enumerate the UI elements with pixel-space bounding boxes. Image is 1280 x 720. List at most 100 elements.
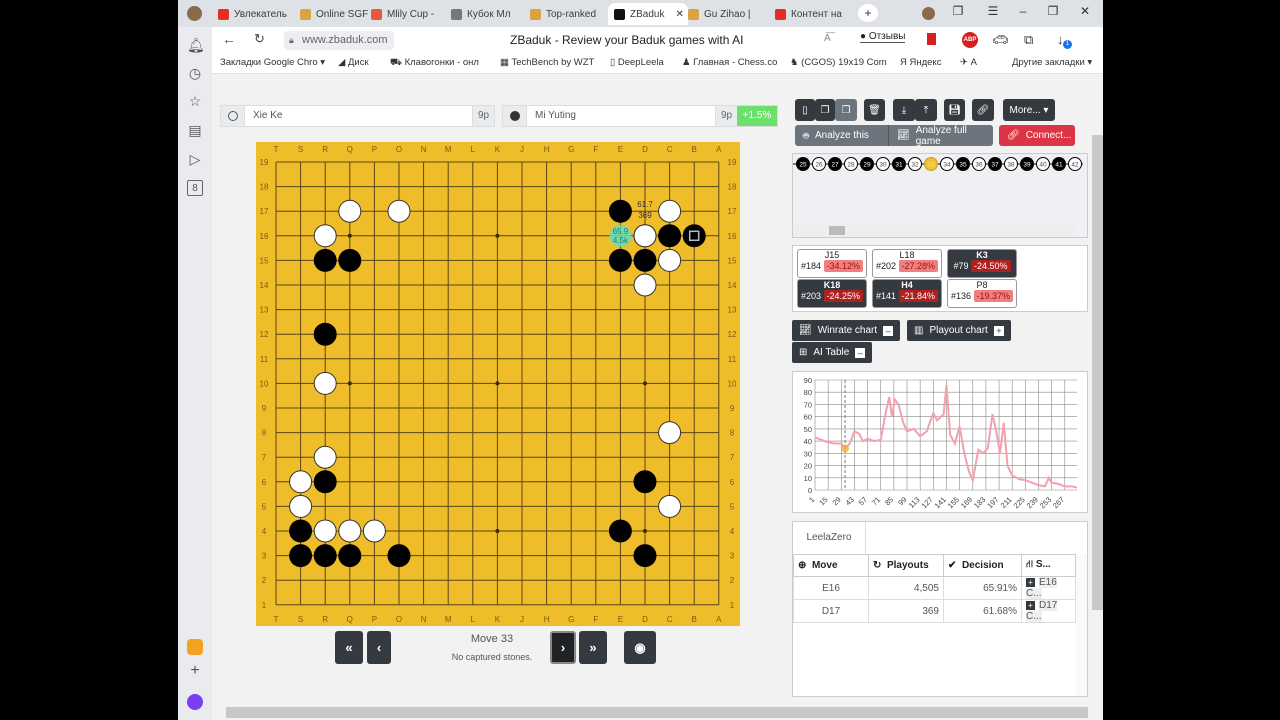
browser-tab[interactable]: Контент на — [775, 3, 845, 25]
close-window-button[interactable]: ✕ — [1075, 4, 1095, 18]
share-button[interactable]: 🔗︎ — [972, 99, 994, 121]
tree-scroll-thumb[interactable] — [829, 226, 845, 235]
menu-icon[interactable]: ☰ — [983, 4, 1003, 18]
bookmark-item[interactable]: Закладки Google Chro ▾ — [220, 57, 325, 68]
bookmark-item[interactable]: ◢ Диск — [338, 57, 369, 68]
bookmark-icon[interactable] — [927, 33, 936, 45]
minimize-button[interactable]: – — [1013, 4, 1033, 18]
connect-button[interactable]: 🔗︎ Connect... — [999, 125, 1075, 146]
first-move-button[interactable]: « — [335, 631, 363, 664]
new-file-button[interactable]: ▯ — [795, 99, 815, 121]
browser-tab[interactable]: Top-ranked — [530, 3, 600, 25]
prev-move-button[interactable]: ‹ — [367, 631, 391, 664]
other-bookmarks[interactable]: Другие закладки ▾ — [1012, 57, 1092, 68]
browser-tab[interactable]: Увлекатель — [218, 3, 288, 25]
ai-sequence-cell[interactable]: + D17 C... — [1021, 599, 1076, 623]
delete-button[interactable]: 🗑︎ — [864, 99, 885, 121]
white-player-name[interactable]: Xie Ke — [245, 106, 472, 126]
star-icon[interactable]: ☆ — [187, 93, 203, 109]
table-vscrollbar[interactable] — [1076, 554, 1087, 696]
ai-sequence-cell[interactable]: + E16 C... — [1021, 576, 1076, 600]
col-sequence[interactable]: ⛙ S... — [1021, 554, 1076, 577]
mistake-card[interactable]: K18 #203 -24.25% — [797, 279, 867, 308]
translate-icon[interactable]: A͞ — [824, 33, 831, 44]
paste-button[interactable]: ❐ — [835, 99, 857, 121]
feedback-button[interactable]: ● Отзывы — [860, 31, 906, 43]
copy-button[interactable]: ❐ — [815, 99, 835, 121]
profile-avatar[interactable] — [187, 6, 202, 21]
restore-button[interactable]: ❐ — [1043, 4, 1063, 18]
white-player-field[interactable]: Xie Ke 9p — [220, 105, 495, 127]
ai-move-cell: E16 — [793, 576, 869, 600]
ai-table-toggle[interactable]: ⊞ AI Table – — [792, 342, 873, 363]
bookmark-item[interactable]: ▯ DeepLeela — [610, 57, 664, 68]
adblock-icon[interactable]: ABP — [962, 32, 978, 48]
playout-chart-toggle[interactable]: ▥ Playout chart + — [907, 320, 1011, 341]
eight-icon[interactable]: 8 — [187, 180, 203, 196]
black-player-name[interactable]: Mi Yuting — [527, 106, 715, 126]
last-move-button[interactable]: » — [579, 631, 607, 664]
history-icon[interactable]: ◷ — [187, 65, 203, 81]
app-icon[interactable] — [187, 639, 203, 655]
collections-icon[interactable]: ▤ — [187, 122, 203, 138]
mistake-card[interactable]: J15 #184 -34.12% — [797, 249, 867, 278]
col-playouts[interactable]: ↻ Playouts — [868, 554, 944, 577]
page-hscrollbar[interactable] — [226, 707, 1088, 718]
play-icon[interactable]: ▷ — [187, 151, 203, 167]
browser-tab[interactable]: Gu Zihao | — [688, 3, 758, 25]
analyze-full-button[interactable]: 📈︎ Analyze full game — [888, 125, 993, 147]
browser-tab[interactable]: Кубок Мл — [451, 3, 521, 25]
expand-icon[interactable]: + — [1026, 578, 1035, 587]
save-button[interactable]: 💾︎ — [944, 99, 965, 121]
page-vscrollbar[interactable] — [1092, 135, 1103, 610]
black-stone — [338, 544, 362, 568]
col-decision[interactable]: ✔ Decision — [943, 554, 1022, 577]
download-button[interactable]: ⤓ — [893, 99, 915, 121]
extension-icon[interactable]: 🚗︎ — [992, 32, 1009, 48]
bookmark-item[interactable]: Я Яндекс — [900, 57, 941, 68]
reload-button[interactable]: ↻ — [254, 31, 265, 47]
black-player-field[interactable]: Mi Yuting 9p +1.5% — [502, 105, 778, 127]
mistake-card[interactable]: H4 #141 -21.84% — [872, 279, 942, 308]
bookmark-item[interactable]: ⛟ Клавогонки - онл — [390, 57, 479, 69]
eye-toggle-button[interactable]: ◉ — [624, 631, 656, 664]
add-icon[interactable]: + — [187, 663, 203, 679]
browser-tab[interactable]: Mlily Cup - — [371, 3, 441, 25]
mistake-card[interactable]: P8 #136 -19.37% — [947, 279, 1017, 308]
tree-hscrollbar[interactable] — [793, 224, 1075, 237]
back-button[interactable]: ← — [222, 31, 236, 47]
analyze-this-button[interactable]: 🤖︎ Analyze this — [795, 125, 888, 146]
col-move[interactable]: ⊕ Move — [793, 554, 869, 577]
profile-icon[interactable] — [918, 4, 938, 23]
bookmark-item[interactable]: ♞ (CGOS) 19x19 Com — [790, 57, 887, 68]
move-tree[interactable]: 25 26 27 28 29 30 31 32 33 34 35 36 37 38 39 40 41 42 — [792, 153, 1088, 238]
upload-button[interactable]: ⤒ — [915, 99, 937, 121]
current-move-point[interactable] — [841, 444, 850, 453]
bookmark-item[interactable]: ▦ TechBench by WZT — [500, 57, 594, 68]
go-board[interactable]: T T 19 19 S S 18 18 R R 17 17 Q Q 16 16 P P 15 15 O O 14 14 N N 13… — [256, 142, 740, 626]
mistake-card[interactable]: L18 #202 -27.28% — [872, 249, 942, 278]
collections-icon[interactable]: ❐ — [948, 4, 968, 18]
bookmark-item[interactable]: ✈ А — [960, 57, 977, 68]
close-tab-icon[interactable]: ✕ — [675, 9, 683, 20]
engine-tab-leelazero[interactable]: LeelaZero — [793, 522, 866, 554]
ai-table-row[interactable]: D17 369 61.68% + D17 C... — [793, 599, 1076, 623]
new-tab-button[interactable]: + — [858, 4, 878, 22]
browser-tab[interactable]: ZBaduk ✕ — [608, 3, 688, 25]
winrate-chart-toggle[interactable]: 📈︎ Winrate chart – — [792, 320, 901, 341]
bell-icon[interactable]: 🔔︎ — [187, 37, 205, 53]
download-icon[interactable]: ↓ 1 — [1057, 32, 1072, 49]
ai-table-row[interactable]: E16 4,505 65.91% + E16 C... — [793, 576, 1076, 600]
tree-move-number: 31 — [895, 162, 903, 169]
bookmark-label: Клавогонки - онл — [404, 57, 479, 68]
next-move-button[interactable]: › — [550, 631, 576, 664]
expand-icon[interactable]: + — [1026, 601, 1035, 610]
extensions-icon[interactable]: ⧉ — [1024, 32, 1033, 48]
more-dropdown[interactable]: More... ▾ — [1003, 99, 1055, 121]
browser-tab[interactable]: Online SGF — [300, 3, 370, 25]
url-field[interactable]: 🔒︎ www.zbaduk.com — [284, 31, 394, 50]
winrate-chart[interactable]: 90 80 70 60 50 40 30 20 10 0 1 15 29 43 57 71 85 99 113 127… — [792, 371, 1088, 513]
alice-icon[interactable] — [187, 694, 203, 710]
bookmark-item[interactable]: ♟ Главная - Chess.co — [682, 57, 777, 68]
mistake-card[interactable]: K3 #79 -24.50% — [947, 249, 1017, 278]
